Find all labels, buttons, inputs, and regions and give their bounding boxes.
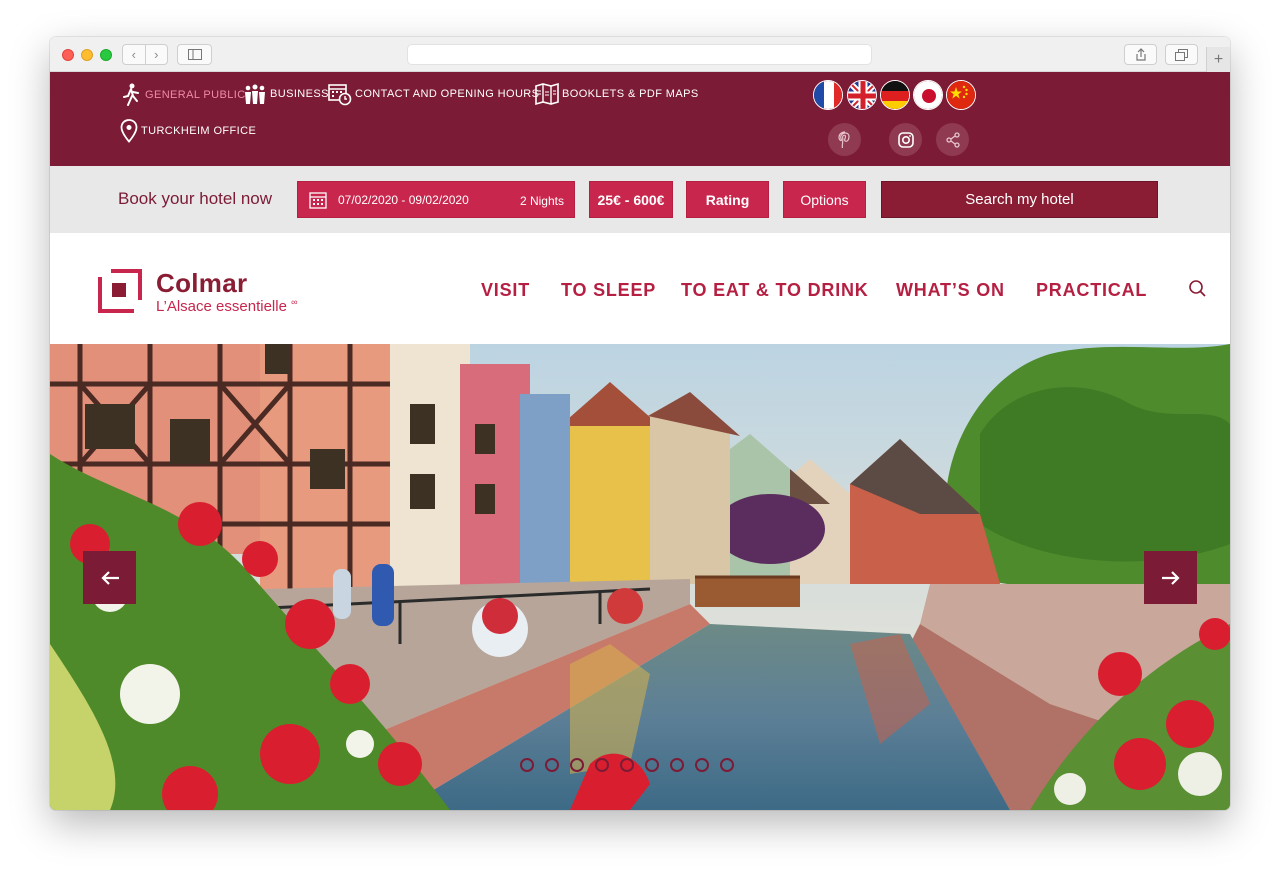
booking-title: Book your hotel now (118, 189, 273, 208)
browser-toolbar: ‹ › + (50, 37, 1230, 72)
search-icon[interactable] (1188, 279, 1208, 299)
share-button[interactable] (936, 123, 969, 156)
address-bar[interactable] (407, 44, 872, 65)
history-buttons: ‹ › (122, 44, 168, 65)
date-range-picker[interactable]: 07/02/2020 - 09/02/2020 2 Nights (297, 181, 575, 218)
share-page-icon (1135, 48, 1146, 61)
slider-prev-button[interactable] (83, 551, 136, 604)
business-link[interactable]: BUSINESS (243, 83, 329, 105)
browser-window: ‹ › + GENERAL PUBLIC BUSINESS CONTACT AN… (50, 37, 1230, 810)
slide-dot-9[interactable] (720, 758, 734, 772)
map-pin-icon (120, 119, 138, 143)
pinterest-button[interactable] (828, 123, 861, 156)
uk-flag-icon[interactable] (847, 80, 877, 110)
brand-name[interactable]: Colmar (156, 268, 247, 299)
slide-dot-5[interactable] (620, 758, 634, 772)
slide-dot-1[interactable] (520, 758, 534, 772)
slide-dot-2[interactable] (545, 758, 559, 772)
calendar-clock-icon (328, 84, 352, 106)
search-hotel-button[interactable]: Search my hotel (881, 181, 1158, 218)
date-range-value: 07/02/2020 - 09/02/2020 (338, 192, 469, 207)
slide-dot-8[interactable] (695, 758, 709, 772)
nav-whats-on[interactable]: WHAT’S ON (896, 280, 1005, 301)
slider-pagination (520, 758, 734, 772)
nights-count: 2 Nights (519, 194, 564, 208)
nav-eat-drink[interactable]: TO EAT & TO DRINK (681, 280, 869, 301)
arrow-right-icon (1161, 570, 1180, 585)
tabs-icon (1175, 48, 1188, 61)
share-page-button[interactable] (1124, 44, 1157, 65)
sidebar-toggle-button[interactable] (177, 44, 212, 65)
german-flag-icon[interactable] (880, 80, 910, 110)
walking-person-icon (123, 83, 139, 106)
rating-filter[interactable]: Rating (686, 181, 769, 218)
colmar-canal-photo (50, 344, 1230, 810)
close-window-button[interactable] (62, 49, 74, 61)
turckheim-office-label: TURCKHEIM OFFICE (141, 125, 257, 137)
hotel-booking-bar: Book your hotel now 07/02/2020 - 09/02/2… (50, 166, 1230, 233)
rating-label: Rating (705, 191, 750, 208)
slide-dot-3[interactable] (570, 758, 584, 772)
nav-to-sleep[interactable]: TO SLEEP (561, 280, 656, 301)
general-public-link[interactable]: GENERAL PUBLIC (120, 83, 246, 107)
price-range-filter[interactable]: 25€ - 600€ (589, 181, 673, 218)
booklets-maps-link[interactable]: BOOKLETS & PDF MAPS (535, 82, 699, 106)
nav-practical[interactable]: PRACTICAL (1036, 280, 1147, 301)
slide-dot-6[interactable] (645, 758, 659, 772)
pinterest-icon (837, 130, 850, 148)
general-public-label: GENERAL PUBLIC (145, 89, 246, 101)
turckheim-office-link[interactable]: TURCKHEIM OFFICE (120, 119, 256, 143)
group-icon (245, 84, 265, 104)
slide-dot-4[interactable] (595, 758, 609, 772)
new-tab-icon[interactable]: + (1206, 47, 1230, 72)
search-hotel-label: Search my hotel (965, 191, 1074, 208)
brand-tagline-mark: ∞ (291, 297, 298, 307)
japanese-flag-icon[interactable] (913, 80, 943, 110)
tabs-overview-button[interactable] (1165, 44, 1198, 65)
brand-tagline: L’Alsace essentielle ∞ (156, 297, 298, 315)
minimize-window-button[interactable] (81, 49, 93, 61)
price-range-value: 25€ - 600€ (597, 191, 665, 208)
instagram-button[interactable] (889, 123, 922, 156)
zoom-window-button[interactable] (100, 49, 112, 61)
share-icon (945, 131, 960, 148)
slider-next-button[interactable] (1144, 551, 1197, 604)
instagram-icon (897, 131, 914, 148)
colmar-logo-icon[interactable] (98, 269, 142, 313)
business-label: BUSINESS (270, 88, 329, 100)
sidebar-icon (187, 49, 202, 60)
arrow-left-icon (100, 570, 119, 585)
hero-slider (50, 344, 1230, 810)
booklets-maps-label: BOOKLETS & PDF MAPS (562, 88, 699, 100)
forward-icon[interactable]: › (144, 45, 168, 64)
back-icon[interactable]: ‹ (123, 45, 145, 64)
chinese-flag-icon[interactable] (946, 80, 976, 110)
calendar-icon (309, 191, 327, 209)
nav-visit[interactable]: VISIT (481, 280, 530, 301)
options-label: Options (800, 191, 849, 208)
contact-hours-label: CONTACT AND OPENING HOURS (355, 88, 540, 100)
french-flag-icon[interactable] (813, 80, 843, 110)
map-booklet-icon (535, 82, 559, 106)
brand-tagline-text: L’Alsace essentielle (156, 298, 287, 315)
contact-hours-link[interactable]: CONTACT AND OPENING HOURS (328, 82, 539, 106)
top-utility-bar: GENERAL PUBLIC BUSINESS CONTACT AND OPEN… (50, 72, 1230, 166)
options-filter[interactable]: Options (783, 181, 866, 218)
slide-dot-7[interactable] (670, 758, 684, 772)
